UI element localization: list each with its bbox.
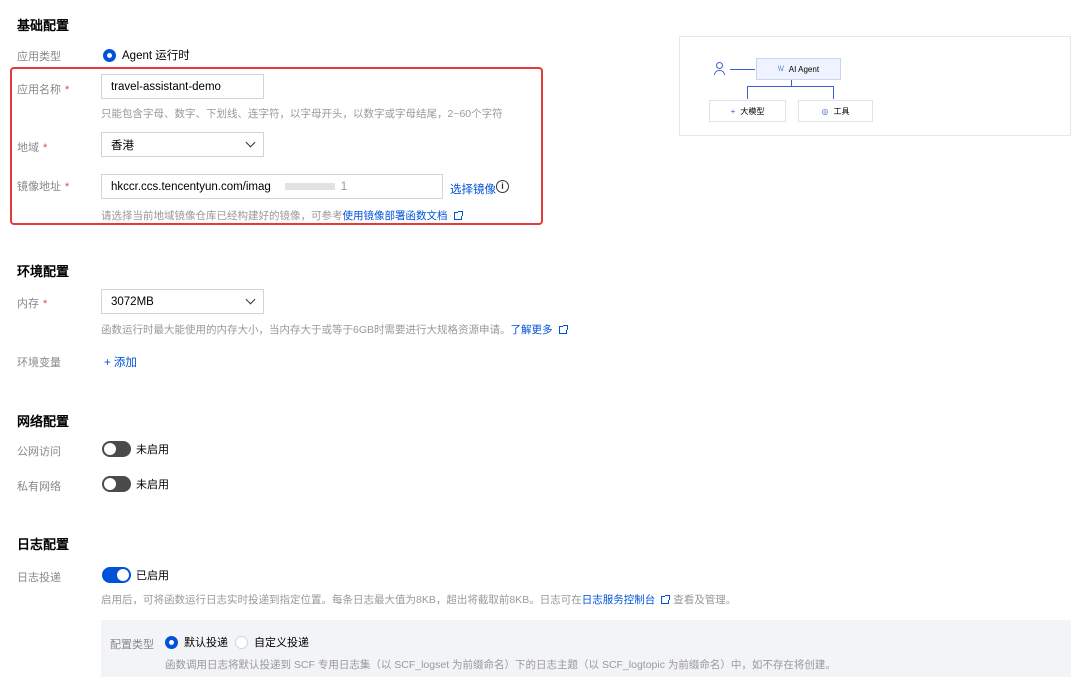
section-title-basic: 基础配置 bbox=[17, 18, 70, 33]
toggle-switch bbox=[102, 441, 131, 457]
info-icon[interactable]: i bbox=[496, 180, 509, 193]
add-env-var-button[interactable]: + 添加 bbox=[104, 354, 137, 370]
public-access-status: 未启用 bbox=[136, 444, 169, 456]
default-delivery-radio[interactable]: 默认投递 bbox=[165, 634, 228, 650]
region-value: 香港 bbox=[111, 139, 134, 152]
model-label: 大模型 bbox=[740, 106, 765, 116]
highlight-frame bbox=[10, 67, 543, 225]
external-link-icon bbox=[661, 595, 671, 605]
memory-value: 3072MB bbox=[111, 295, 154, 308]
memory-help: 函数运行时最大能使用的内存大小，当内存大于或等于6GB时需要进行大规格资源申请。… bbox=[101, 322, 568, 337]
tool-label: 工具 bbox=[833, 106, 850, 116]
connector-line bbox=[730, 69, 755, 70]
agent-box: \\/ AI Agent bbox=[756, 58, 841, 80]
agent-label: AI Agent bbox=[788, 64, 820, 74]
app-name-input[interactable]: travel-assistant-demo bbox=[101, 74, 264, 99]
image-label: 镜像地址 * bbox=[17, 181, 70, 193]
config-type-label: 配置类型 bbox=[110, 639, 154, 651]
public-access-toggle[interactable]: 未启用 bbox=[102, 441, 169, 457]
section-title-network: 网络配置 bbox=[17, 414, 70, 429]
custom-delivery-radio[interactable]: 自定义投递 bbox=[235, 634, 309, 650]
public-access-label: 公网访问 bbox=[17, 446, 61, 458]
image-value-redacted bbox=[284, 183, 335, 190]
chevron-down-icon bbox=[245, 137, 256, 148]
toggle-switch bbox=[102, 567, 131, 583]
app-name-label: 应用名称 * bbox=[17, 84, 70, 96]
agent-icon: \\/ bbox=[777, 65, 784, 73]
tool-icon: ◎ bbox=[821, 106, 829, 116]
section-title-env: 环境配置 bbox=[17, 264, 70, 279]
private-network-label: 私有网络 bbox=[17, 481, 61, 493]
connector-line bbox=[747, 86, 833, 87]
user-icon bbox=[713, 62, 725, 76]
app-type-radio[interactable]: Agent 运行时 bbox=[103, 47, 190, 63]
external-link-icon bbox=[558, 325, 568, 335]
log-config-panel: 配置类型 默认投递 自定义投递 函数调用日志将默认投递到 SCF 专用日志集（以… bbox=[101, 620, 1071, 677]
log-delivery-help: 启用后，可将函数运行日志实时投递到指定位置。每条日志最大值为8KB，超出将截取前… bbox=[101, 594, 737, 606]
log-delivery-status: 已启用 bbox=[136, 570, 169, 582]
connector-line bbox=[747, 86, 748, 99]
select-image-link[interactable]: 选择镜像 bbox=[450, 181, 496, 197]
app-name-help: 只能包含字母、数字、下划线、连字符，以字母开头，以数字或字母结尾，2~60个字符 bbox=[101, 108, 503, 120]
region-label: 地域 * bbox=[17, 142, 48, 154]
log-delivery-label: 日志投递 bbox=[17, 572, 61, 584]
image-value-tail: 1 bbox=[340, 180, 348, 193]
private-network-toggle[interactable]: 未启用 bbox=[102, 476, 169, 492]
image-input[interactable]: hkccr.ccs.tencentyun.com/imag 1 bbox=[101, 174, 443, 199]
log-console-link[interactable]: 日志服务控制台 bbox=[582, 594, 656, 606]
default-delivery-label: 默认投递 bbox=[184, 637, 228, 649]
architecture-diagram: \\/ AI Agent + 大模型 ◎ 工具 bbox=[679, 36, 1071, 136]
external-link-icon bbox=[453, 211, 463, 221]
model-box: + 大模型 bbox=[709, 100, 786, 122]
chevron-down-icon bbox=[245, 294, 256, 305]
app-name-value: travel-assistant-demo bbox=[111, 80, 221, 93]
radio-unselected-icon bbox=[235, 635, 248, 649]
env-var-label: 环境变量 bbox=[17, 357, 61, 369]
custom-delivery-label: 自定义投递 bbox=[254, 637, 309, 649]
image-doc-link[interactable]: 使用镜像部署函数文档 bbox=[343, 210, 448, 222]
radio-selected-icon bbox=[103, 48, 116, 62]
app-type-option: Agent 运行时 bbox=[122, 50, 190, 62]
region-select[interactable]: 香港 bbox=[101, 132, 264, 157]
image-help: 请选择当前地域镜像仓库已经构建好的镜像，可参考使用镜像部署函数文档 bbox=[101, 208, 463, 223]
config-help: 函数调用日志将默认投递到 SCF 专用日志集（以 SCF_logset 为前缀命… bbox=[165, 659, 836, 671]
tool-box: ◎ 工具 bbox=[798, 100, 873, 122]
learn-more-link[interactable]: 了解更多 bbox=[511, 324, 553, 336]
app-type-label: 应用类型 bbox=[17, 51, 61, 63]
memory-select[interactable]: 3072MB bbox=[101, 289, 264, 314]
private-network-status: 未启用 bbox=[136, 479, 169, 491]
log-delivery-toggle[interactable]: 已启用 bbox=[102, 567, 169, 583]
connector-line bbox=[833, 86, 834, 99]
toggle-switch bbox=[102, 476, 131, 492]
radio-selected-icon bbox=[165, 635, 178, 649]
section-title-log: 日志配置 bbox=[17, 537, 70, 552]
image-value: hkccr.ccs.tencentyun.com/imag bbox=[111, 180, 271, 193]
sparkle-icon: + bbox=[730, 106, 736, 116]
memory-label: 内存 * bbox=[17, 298, 48, 310]
